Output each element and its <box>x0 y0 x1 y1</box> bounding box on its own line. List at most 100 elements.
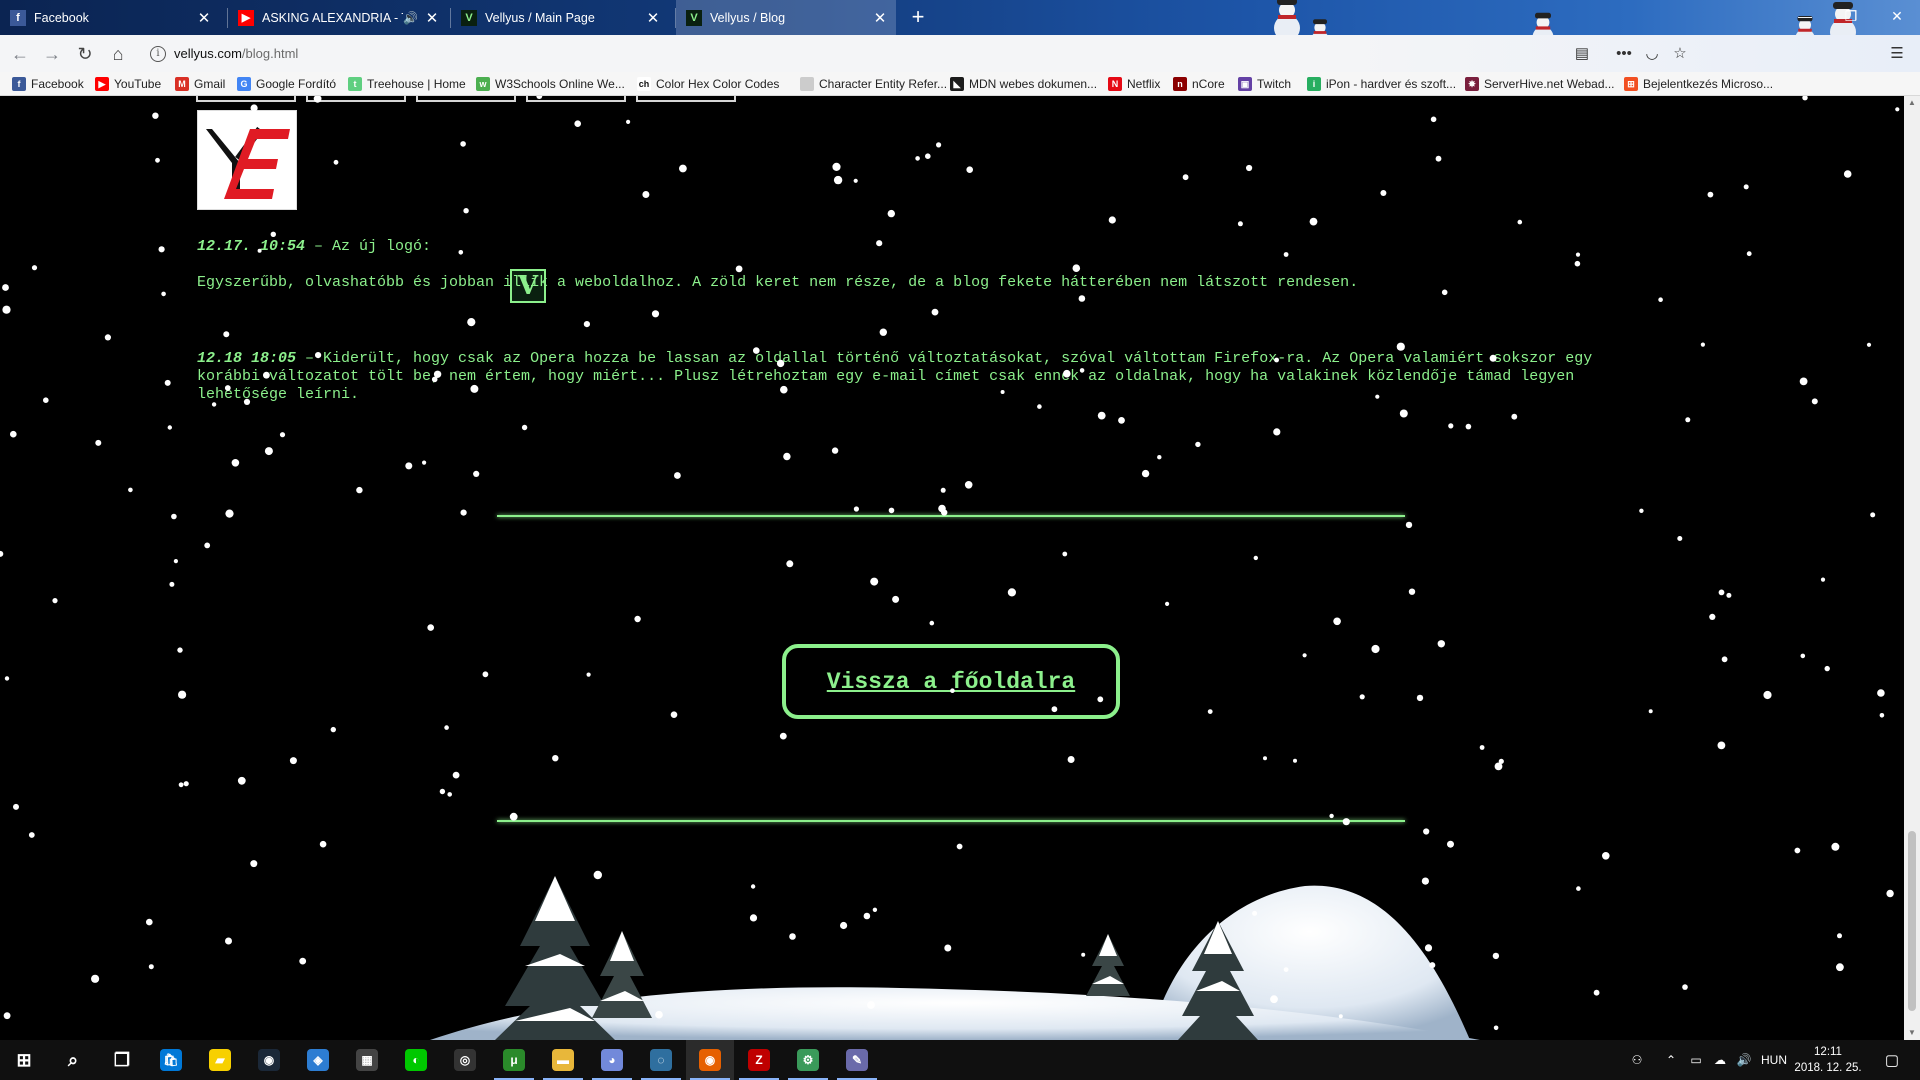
url-text[interactable]: vellyus.com/blog.html <box>174 46 298 61</box>
bookmark-label: ServerHive.net Webad... <box>1484 77 1615 91</box>
close-tab-icon[interactable]: ✕ <box>194 9 214 27</box>
bookmark-star-icon[interactable]: ☆ <box>1668 42 1692 66</box>
reader-view-icon[interactable]: ▤ <box>1570 42 1594 66</box>
taskbar-button[interactable]: ✎ <box>833 1040 881 1080</box>
home-icon[interactable]: ⌂ <box>104 40 132 68</box>
tab-audio-icon[interactable]: 🔊 <box>403 11 418 25</box>
snowflake <box>1078 295 1086 302</box>
taskbar-button[interactable]: ◎ <box>441 1040 489 1080</box>
nav-button-stub[interactable] <box>416 96 516 102</box>
taskbar-button[interactable]: Z <box>735 1040 783 1080</box>
taskbar-button[interactable]: ❐ <box>98 1040 146 1080</box>
nav-button-stub[interactable] <box>636 96 736 102</box>
volume-icon[interactable]: 🔊 <box>1732 1040 1756 1080</box>
snowflake <box>405 462 413 470</box>
snowflake <box>482 671 489 678</box>
bookmark-item[interactable]: ▣ Twitch <box>1238 72 1291 96</box>
pocket-icon[interactable]: ◡ <box>1640 42 1664 66</box>
network-icon[interactable]: ▭ <box>1684 1040 1708 1080</box>
site-logo[interactable]: YE <box>197 110 297 210</box>
close-tab-icon[interactable]: ✕ <box>643 9 663 27</box>
taskbar-button[interactable]: ◉ <box>686 1040 734 1080</box>
bookmark-item[interactable]: ◣ MDN webes dokumen... <box>950 72 1097 96</box>
scroll-up-icon[interactable]: ▲ <box>1904 96 1920 110</box>
snowflake <box>10 430 17 438</box>
scroll-down-icon[interactable]: ▼ <box>1904 1026 1920 1040</box>
reload-icon[interactable]: ↻ <box>71 40 99 68</box>
bookmark-item[interactable]: i iPon - hardver és szoft... <box>1307 72 1456 96</box>
back-arrow-icon[interactable]: ← <box>6 40 34 68</box>
snowman-decoration <box>1531 12 1555 35</box>
page-actions-icon[interactable]: ••• <box>1612 42 1636 66</box>
address-bar[interactable]: i vellyus.com/blog.html <box>138 39 1418 68</box>
browser-tab[interactable]: V Vellyus / Main Page ✕ <box>451 0 669 35</box>
back-to-home-link[interactable]: Vissza a főoldalra <box>827 669 1075 695</box>
forward-arrow-icon[interactable]: → <box>38 40 66 68</box>
maximize-button[interactable]: ❐ <box>1828 0 1874 35</box>
snowflake <box>1447 840 1454 848</box>
bookmark-item[interactable]: ch Color Hex Color Codes <box>637 72 779 96</box>
taskbar-button[interactable]: ◐ <box>392 1040 440 1080</box>
site-info-icon[interactable]: i <box>150 45 166 62</box>
language-indicator[interactable]: HUN <box>1756 1040 1792 1080</box>
browser-tab[interactable]: ▶ ASKING ALEXANDRIA - The🔊 ✕ <box>228 0 448 35</box>
bookmark-item[interactable]: ▶ YouTube <box>95 72 161 96</box>
bookmark-item[interactable]: f Facebook <box>12 72 84 96</box>
close-tab-icon[interactable]: ✕ <box>422 9 442 27</box>
snowflake <box>1246 164 1253 172</box>
taskbar-button[interactable]: ⊞ <box>0 1040 48 1080</box>
taskbar-button[interactable]: ⌕ <box>49 1040 97 1080</box>
snowflake <box>789 933 796 940</box>
taskbar-button[interactable]: ▰ <box>196 1040 244 1080</box>
minimize-button[interactable]: — <box>1782 0 1828 35</box>
snowflake <box>679 164 687 173</box>
bookmark-item[interactable]: Character Entity Refer... <box>800 72 947 96</box>
bookmark-item[interactable]: t Treehouse | Home <box>348 72 466 96</box>
new-tab-button[interactable]: + <box>905 4 931 30</box>
vertical-scrollbar[interactable]: ▲ ▼ <box>1904 96 1920 1040</box>
snowflake <box>460 509 467 516</box>
bookmark-item[interactable]: ⊞ Bejelentkezés Microso... <box>1624 72 1773 96</box>
menu-icon[interactable]: ☰ <box>1885 42 1909 66</box>
serverhive-icon: ✸ <box>1465 77 1479 91</box>
bookmark-item[interactable]: N Netflix <box>1108 72 1160 96</box>
taskbar-button[interactable]: ◉ <box>245 1040 293 1080</box>
snowflake <box>831 447 839 454</box>
bookmark-item[interactable]: M Gmail <box>175 72 225 96</box>
bookmark-item[interactable]: w W3Schools Online We... <box>476 72 625 96</box>
snowflake <box>128 487 133 493</box>
snowflake <box>1338 1014 1343 1019</box>
snowflake <box>655 1010 663 1019</box>
taskbar-button[interactable]: ⚙ <box>784 1040 832 1080</box>
taskbar-button[interactable]: 🛍 <box>147 1040 195 1080</box>
onedrive-icon[interactable]: ☁ <box>1708 1040 1732 1080</box>
bookmark-item[interactable]: ✸ ServerHive.net Webad... <box>1465 72 1615 96</box>
snowflake <box>158 246 165 253</box>
snowflake <box>4 676 10 681</box>
scrollbar-thumb[interactable] <box>1908 831 1916 1011</box>
tray-expand-icon[interactable]: ⌃ <box>1660 1040 1682 1080</box>
nav-button-stub[interactable] <box>306 96 406 102</box>
snowflake <box>330 726 336 733</box>
taskbar-button[interactable]: ▬ <box>539 1040 587 1080</box>
taskbar-button[interactable]: μ <box>490 1040 538 1080</box>
close-window-button[interactable]: ✕ <box>1874 0 1920 35</box>
close-tab-icon[interactable]: ✕ <box>870 9 890 27</box>
taskbar-button[interactable]: ▦ <box>343 1040 391 1080</box>
bookmark-item[interactable]: G Google Fordító <box>237 72 336 96</box>
clock[interactable]: 12:11 2018. 12. 25. <box>1790 1044 1866 1076</box>
nav-button-stub[interactable] <box>196 96 296 102</box>
search-icon: ⌕ <box>67 1049 79 1070</box>
browser-tab[interactable]: f Facebook ✕ <box>0 0 220 35</box>
snowflake <box>887 209 895 218</box>
taskbar-button[interactable]: ◈ <box>294 1040 342 1080</box>
browser-tab[interactable]: V Vellyus / Blog ✕ <box>676 0 896 35</box>
snowflake <box>3 1012 11 1020</box>
nav-button-stub[interactable] <box>526 96 626 102</box>
people-icon[interactable]: ⚇ <box>1622 1040 1652 1080</box>
taskbar-button[interactable]: ◕ <box>588 1040 636 1080</box>
notifications-icon[interactable]: ▢ <box>1872 1040 1912 1080</box>
bookmark-item[interactable]: n nCore <box>1173 72 1225 96</box>
taskbar-button[interactable]: ◌ <box>637 1040 685 1080</box>
back-to-home-button[interactable]: Vissza a főoldalra <box>782 644 1120 719</box>
